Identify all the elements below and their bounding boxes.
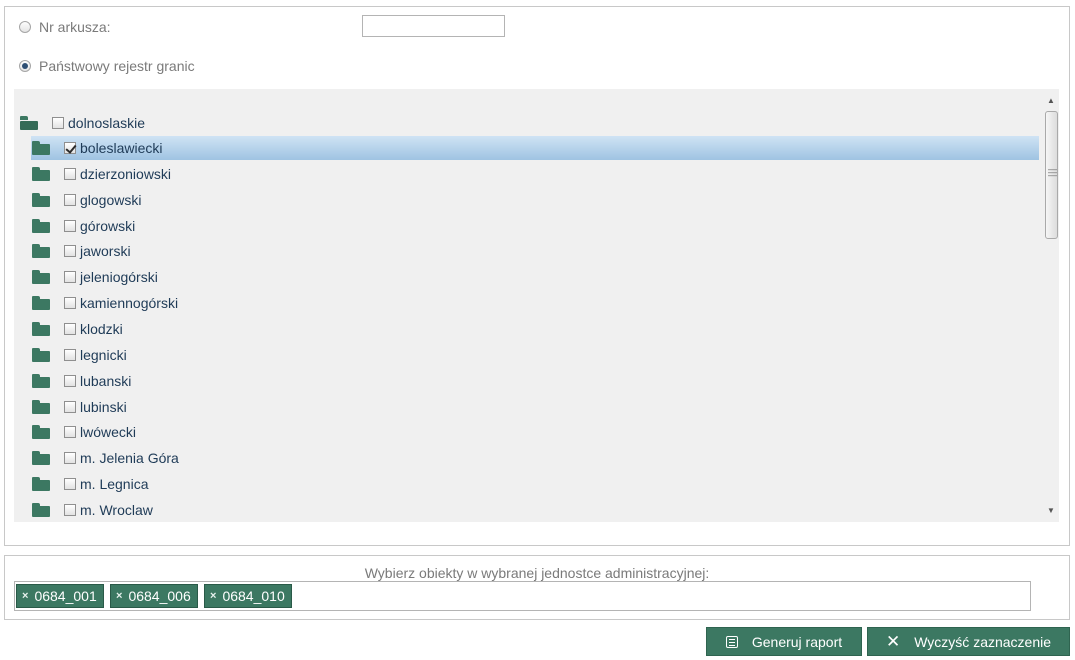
scroll-down-arrow-icon[interactable]: ▼ <box>1043 503 1059 519</box>
tree-node-label: górowski <box>80 218 136 234</box>
tree-node-checkbox[interactable] <box>64 375 76 387</box>
remove-tag-icon[interactable]: × <box>210 590 216 602</box>
tree-node-checkbox[interactable] <box>64 194 76 206</box>
folder-icon <box>32 374 50 388</box>
folder-icon <box>32 400 50 414</box>
tree-node-checkbox[interactable] <box>64 349 76 361</box>
tree-node-checkbox[interactable] <box>64 142 76 154</box>
tree-node-label: m. Wroclaw <box>80 502 153 518</box>
tree-node[interactable]: m. Legnica <box>32 472 148 496</box>
folder-icon <box>32 503 50 517</box>
search-options-panel: Nr arkusza: Państwowy rejestr granic dol… <box>4 6 1070 546</box>
selected-objects-input[interactable]: × 0684_001 × 0684_006 × 0684_010 <box>14 581 1031 611</box>
tree-node-label: lwówecki <box>80 424 137 440</box>
tree-node-label: klodzki <box>80 321 123 337</box>
sheet-number-input[interactable] <box>362 15 505 37</box>
tree-node[interactable]: m. Wroclaw <box>32 498 153 522</box>
tree-node-label: kamiennogórski <box>80 295 179 311</box>
object-selection-label: Wybierz obiekty w wybranej jednostce adm… <box>364 565 710 581</box>
folder-icon <box>32 141 50 155</box>
tree-node-checkbox[interactable] <box>64 504 76 516</box>
tree-node-label: dzierzoniowski <box>80 166 172 182</box>
tree-node-label: m. Jelenia Góra <box>80 450 179 466</box>
tag-label: 0684_010 <box>222 588 285 604</box>
object-selection-panel: Wybierz obiekty w wybranej jednostce adm… <box>4 555 1070 620</box>
tree-node[interactable]: dzierzoniowski <box>32 162 171 186</box>
selected-object-tag[interactable]: × 0684_001 <box>16 584 104 608</box>
sheet-number-option[interactable]: Nr arkusza: <box>19 19 111 35</box>
tree-node-checkbox[interactable] <box>64 323 76 335</box>
tree-node-checkbox[interactable] <box>64 271 76 283</box>
report-icon <box>725 635 738 648</box>
tree-node[interactable]: boleslawiecki <box>31 136 1039 160</box>
scroll-up-arrow-icon[interactable]: ▲ <box>1043 93 1059 109</box>
tree-node[interactable]: kamiennogórski <box>32 291 178 315</box>
tree-node[interactable]: glogowski <box>32 188 141 212</box>
tree-node-checkbox[interactable] <box>64 245 76 257</box>
selected-object-tag[interactable]: × 0684_006 <box>110 584 198 608</box>
sheet-number-radio[interactable] <box>19 21 31 33</box>
tag-label: 0684_006 <box>128 588 191 604</box>
folder-open-icon <box>20 116 38 130</box>
folder-icon <box>32 219 50 233</box>
remove-tag-icon[interactable]: × <box>116 590 122 602</box>
folder-icon <box>32 270 50 284</box>
folder-icon <box>32 425 50 439</box>
tree-node-label: jaworski <box>80 243 131 259</box>
tree-node[interactable]: jeleniogórski <box>32 265 158 289</box>
remove-tag-icon[interactable]: × <box>22 590 28 602</box>
tree-node-label: boleslawiecki <box>80 140 163 156</box>
tree-node-checkbox[interactable] <box>64 478 76 490</box>
tree-node-label: m. Legnica <box>80 476 149 492</box>
tree-node-checkbox[interactable] <box>64 220 76 232</box>
admin-units-tree: dolnoslaskie boleslawiecki dzierzoniowski… <box>14 89 1059 522</box>
tree-node[interactable]: lwówecki <box>32 420 136 444</box>
tree-node[interactable]: m. Jelenia Góra <box>32 446 179 470</box>
tree-node-checkbox[interactable] <box>64 401 76 413</box>
tree-node-checkbox[interactable] <box>64 297 76 309</box>
scroll-thumb[interactable]: — — — <box>1045 111 1058 239</box>
folder-icon <box>32 296 50 310</box>
tree-node-label: legnicki <box>80 347 127 363</box>
folder-icon <box>32 322 50 336</box>
tree-node-checkbox[interactable] <box>64 452 76 464</box>
tree-node-label: glogowski <box>80 192 142 208</box>
tree-node[interactable]: górowski <box>32 214 135 238</box>
clear-selection-label: Wyczyść zaznaczenie <box>914 633 1052 650</box>
tree-node[interactable]: legnicki <box>32 343 127 367</box>
sheet-number-label: Nr arkusza: <box>39 19 111 35</box>
folder-icon <box>32 451 50 465</box>
tree-node[interactable]: klodzki <box>32 317 123 341</box>
clear-selection-button[interactable]: ✕ Wyczyść zaznaczenie <box>867 627 1070 656</box>
close-icon: ✕ <box>885 632 901 651</box>
folder-icon <box>32 477 50 491</box>
boundary-registry-label: Państwowy rejestr granic <box>39 58 195 74</box>
scroll-grip-icon: — — — <box>1048 164 1057 180</box>
tree-node-label: dolnoslaskie <box>68 115 146 131</box>
tree-node-checkbox[interactable] <box>64 168 76 180</box>
tree-node-checkbox[interactable] <box>52 117 64 129</box>
tree-scrollbar[interactable]: ▲ — — — ▼ <box>1043 89 1059 522</box>
tree-node-label: lubinski <box>80 399 127 415</box>
tree-node-label: lubanski <box>80 373 132 389</box>
tree-node[interactable]: jaworski <box>32 239 131 263</box>
tree-node-checkbox[interactable] <box>64 426 76 438</box>
generate-report-button[interactable]: Generuj raport <box>706 627 862 656</box>
boundary-registry-option[interactable]: Państwowy rejestr granic <box>19 58 195 74</box>
tree-node-label: jeleniogórski <box>80 269 158 285</box>
selected-object-tag[interactable]: × 0684_010 <box>204 584 292 608</box>
folder-icon <box>32 193 50 207</box>
tree-node-root[interactable]: dolnoslaskie <box>20 111 145 135</box>
tag-label: 0684_001 <box>34 588 97 604</box>
boundary-registry-radio[interactable] <box>19 60 31 72</box>
generate-report-label: Generuj raport <box>751 633 843 650</box>
tree-node[interactable]: lubinski <box>32 395 127 419</box>
folder-icon <box>32 167 50 181</box>
tree-node[interactable]: lubanski <box>32 369 131 393</box>
folder-icon <box>32 348 50 362</box>
folder-icon <box>32 244 50 258</box>
